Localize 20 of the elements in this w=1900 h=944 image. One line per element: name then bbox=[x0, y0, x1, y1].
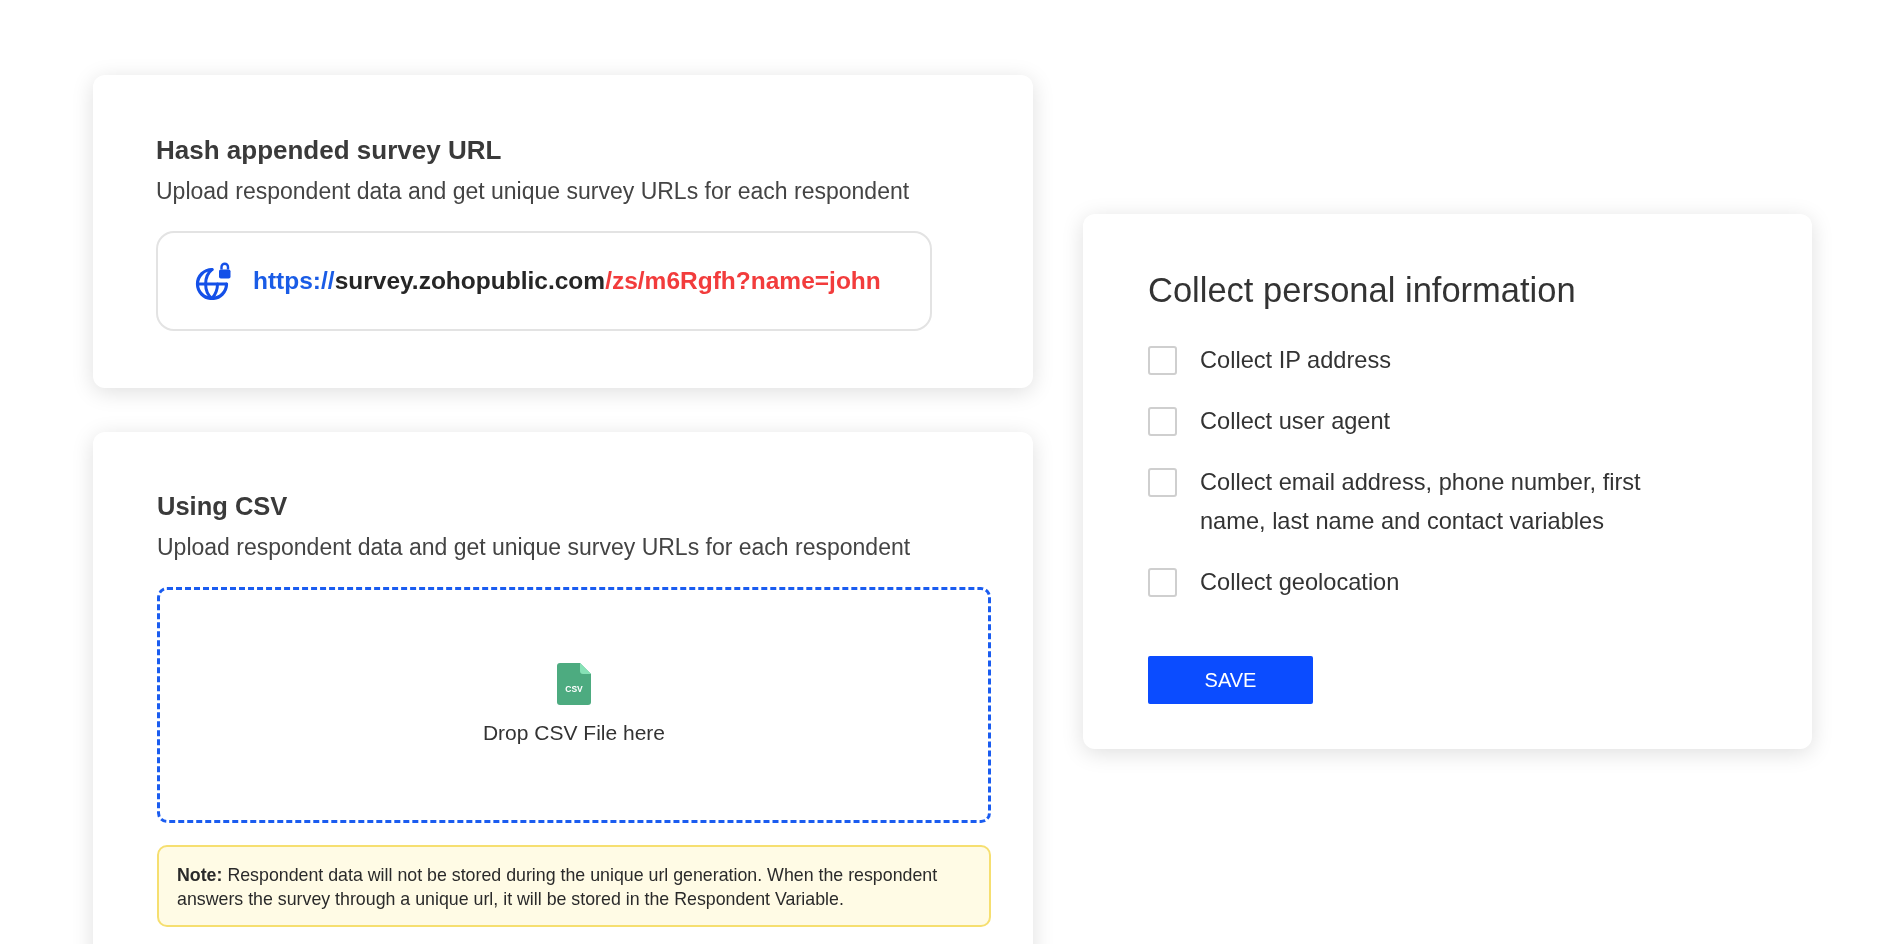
option-label: Collect IP address bbox=[1200, 346, 1392, 375]
card-description: Upload respondent data and get unique survey URLs for each respondent bbox=[157, 533, 911, 562]
drop-zone[interactable]: CSV Drop CSV File here bbox=[157, 587, 991, 823]
card-title: Collect personal information bbox=[1148, 270, 1576, 310]
option-label: Collect user agent bbox=[1200, 407, 1391, 436]
drop-label: Drop CSV File here bbox=[482, 720, 666, 746]
option-label: Collect email address, phone number, first name, last name and contact variables bbox=[1200, 468, 1642, 536]
globe-lock-icon bbox=[195, 262, 233, 300]
checkbox[interactable] bbox=[1148, 346, 1177, 375]
card-title: Hash appended survey URL bbox=[156, 134, 502, 166]
card-description: Upload respondent data and get unique survey URLs for each respondent bbox=[156, 177, 910, 206]
note-banner: Note: Respondent data will not be stored during the unique url generation. When the respondent answers the survey through a unique url, it will be stored in the Respondent Variable. bbox=[157, 845, 991, 927]
survey-url: https://survey.zohopublic.com/zs/m6Rgfh?name=john bbox=[253, 266, 881, 296]
checkbox[interactable] bbox=[1148, 568, 1177, 597]
checkbox[interactable] bbox=[1148, 407, 1177, 436]
option-label: Collect geolocation bbox=[1200, 568, 1400, 597]
save-button[interactable]: SAVE bbox=[1148, 656, 1313, 704]
checkbox[interactable] bbox=[1148, 468, 1177, 497]
file-icon: CSV bbox=[557, 663, 591, 705]
card-title: Using CSV bbox=[157, 491, 288, 522]
